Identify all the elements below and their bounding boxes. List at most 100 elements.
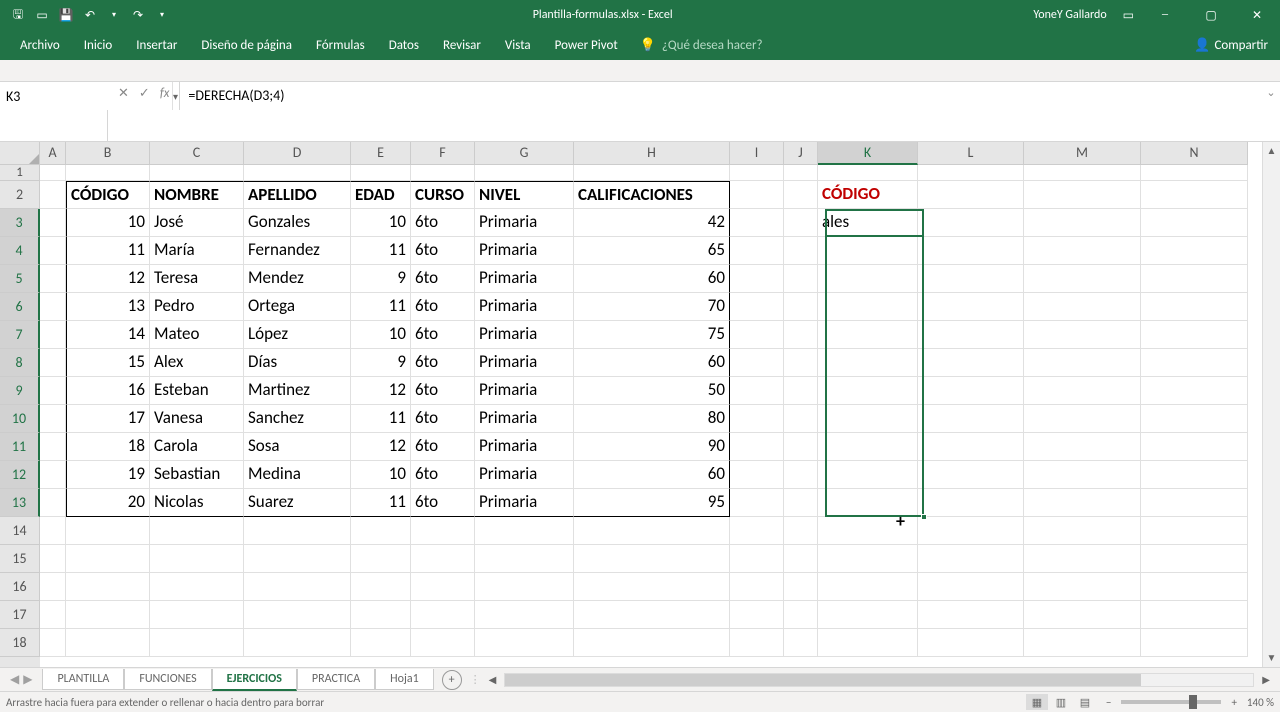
view-normal-icon[interactable]: ▦ — [1026, 694, 1048, 710]
cell[interactable] — [244, 601, 351, 629]
cell[interactable] — [351, 517, 411, 545]
col-header-L[interactable]: L — [918, 142, 1024, 165]
cell[interactable]: Primaria — [475, 265, 574, 293]
cell[interactable] — [40, 377, 66, 405]
cell[interactable] — [1141, 181, 1248, 209]
vertical-scrollbar[interactable]: ▲ ▼ — [1262, 142, 1280, 667]
cell[interactable] — [475, 573, 574, 601]
sheet-tab-hoja1[interactable]: Hoja1 — [375, 669, 434, 690]
cell[interactable] — [918, 349, 1024, 377]
cell[interactable]: Alex — [150, 349, 244, 377]
cell[interactable] — [66, 517, 150, 545]
col-header-I[interactable]: I — [730, 142, 784, 165]
tab-formulas[interactable]: Fórmulas — [304, 32, 377, 59]
cell[interactable]: 12 — [351, 433, 411, 461]
cell[interactable] — [730, 489, 784, 517]
zoom-slider[interactable] — [1121, 700, 1221, 704]
cell[interactable]: 6to — [411, 293, 475, 321]
cell[interactable] — [818, 629, 918, 657]
cell[interactable] — [818, 349, 918, 377]
cell[interactable] — [784, 405, 818, 433]
cell[interactable]: Vanesa — [150, 405, 244, 433]
cell[interactable] — [1024, 165, 1141, 181]
cell[interactable]: 9 — [351, 349, 411, 377]
cell[interactable] — [574, 517, 730, 545]
cell[interactable] — [574, 601, 730, 629]
cell[interactable]: 6to — [411, 209, 475, 237]
cell[interactable] — [918, 181, 1024, 209]
cell[interactable] — [66, 165, 150, 181]
cell[interactable]: Mendez — [244, 265, 351, 293]
cell[interactable] — [1024, 489, 1141, 517]
row-header-4[interactable]: 4 — [0, 237, 40, 265]
cell[interactable] — [784, 265, 818, 293]
cell[interactable] — [574, 545, 730, 573]
cell[interactable]: Primaria — [475, 461, 574, 489]
cell[interactable] — [40, 601, 66, 629]
cell[interactable] — [351, 629, 411, 657]
cell[interactable] — [475, 601, 574, 629]
row-header-14[interactable]: 14 — [0, 517, 40, 545]
cell[interactable]: CALIFICACIONES — [574, 181, 730, 209]
cell[interactable]: 50 — [574, 377, 730, 405]
cell[interactable] — [40, 517, 66, 545]
cell[interactable] — [918, 545, 1024, 573]
cell[interactable]: José — [150, 209, 244, 237]
cell[interactable] — [784, 237, 818, 265]
cell[interactable]: 42 — [574, 209, 730, 237]
cell[interactable]: Sebastian — [150, 461, 244, 489]
cell[interactable] — [1141, 461, 1248, 489]
tellme-search[interactable]: 💡 ¿Qué desea hacer? — [640, 38, 763, 53]
cell[interactable]: APELLIDO — [244, 181, 351, 209]
cell[interactable]: 60 — [574, 349, 730, 377]
cell[interactable] — [40, 321, 66, 349]
col-header-N[interactable]: N — [1141, 142, 1248, 165]
cell[interactable] — [40, 181, 66, 209]
cell[interactable]: Primaria — [475, 489, 574, 517]
cell[interactable] — [244, 545, 351, 573]
cell[interactable] — [411, 165, 475, 181]
cell[interactable]: 20 — [66, 489, 150, 517]
tab-vista[interactable]: Vista — [493, 32, 543, 59]
cell[interactable] — [784, 349, 818, 377]
cell[interactable] — [730, 165, 784, 181]
cell[interactable] — [40, 265, 66, 293]
cell[interactable] — [918, 237, 1024, 265]
cell[interactable] — [1141, 237, 1248, 265]
cell[interactable] — [918, 209, 1024, 237]
cell[interactable]: 75 — [574, 321, 730, 349]
cell[interactable] — [351, 545, 411, 573]
cell[interactable] — [244, 629, 351, 657]
hscroll-split-icon[interactable]: ⋮ — [470, 673, 481, 686]
cell[interactable] — [40, 293, 66, 321]
row-header-13[interactable]: 13 — [0, 489, 40, 517]
cell[interactable] — [411, 517, 475, 545]
cell[interactable] — [1024, 209, 1141, 237]
col-header-E[interactable]: E — [351, 142, 411, 165]
undo-dropdown-icon[interactable]: ▾ — [106, 7, 122, 23]
cell[interactable]: Gonzales — [244, 209, 351, 237]
cell[interactable] — [351, 165, 411, 181]
cell[interactable] — [818, 405, 918, 433]
cell[interactable] — [784, 209, 818, 237]
cell[interactable] — [40, 237, 66, 265]
cell[interactable] — [1141, 629, 1248, 657]
cell[interactable] — [730, 545, 784, 573]
cell[interactable] — [40, 405, 66, 433]
hscroll-left-icon[interactable]: ◀ — [487, 673, 499, 686]
cell[interactable] — [574, 629, 730, 657]
tab-datos[interactable]: Datos — [377, 32, 431, 59]
cell[interactable]: Teresa — [150, 265, 244, 293]
user-name[interactable]: YoneY Gallardo — [1025, 8, 1114, 22]
cell[interactable] — [730, 601, 784, 629]
cell[interactable]: 11 — [351, 293, 411, 321]
cell[interactable] — [730, 349, 784, 377]
col-header-B[interactable]: B — [66, 142, 150, 165]
cell[interactable] — [1024, 293, 1141, 321]
cancel-formula-icon[interactable]: ✕ — [118, 86, 129, 101]
cell[interactable] — [66, 601, 150, 629]
cell[interactable] — [918, 433, 1024, 461]
cell[interactable] — [1024, 349, 1141, 377]
cell[interactable] — [730, 517, 784, 545]
cell[interactable] — [818, 545, 918, 573]
